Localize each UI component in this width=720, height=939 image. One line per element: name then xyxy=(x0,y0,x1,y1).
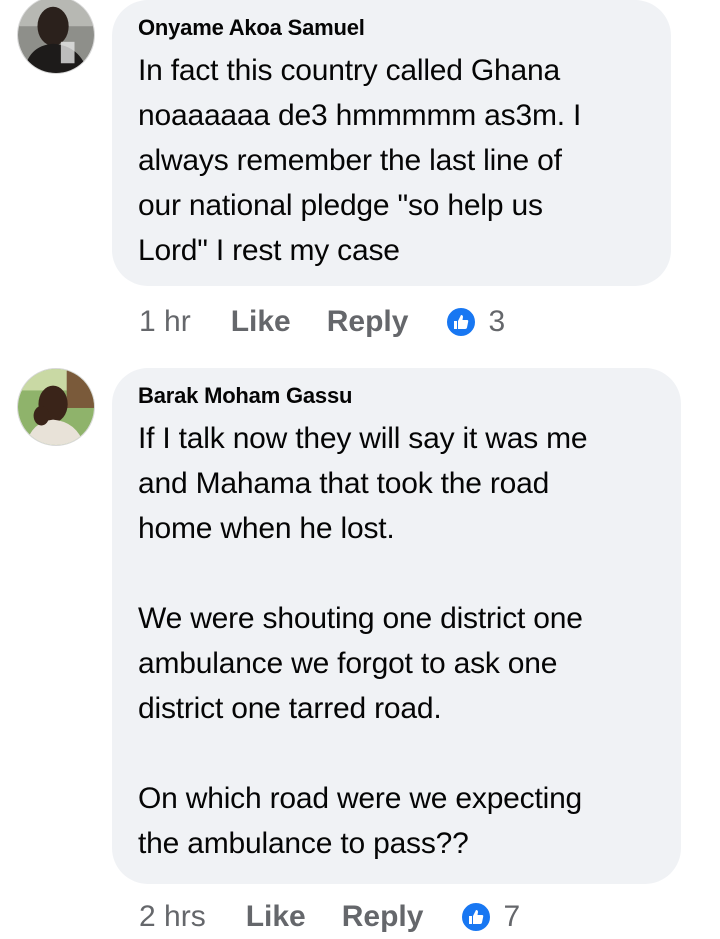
reply-button[interactable]: Reply xyxy=(327,305,409,339)
avatar-photo xyxy=(18,369,94,445)
avatar-photo xyxy=(18,0,94,73)
comment-actions: 2 hrs Like Reply 7 xyxy=(139,895,520,939)
reply-button[interactable]: Reply xyxy=(342,900,424,934)
like-button[interactable]: Like xyxy=(246,900,306,934)
thumbs-up-icon xyxy=(444,305,479,339)
reaction-count: 3 xyxy=(488,305,506,338)
comment-actions: 1 hr Like Reply 3 xyxy=(139,300,505,344)
comment-author[interactable]: Onyame Akoa Samuel xyxy=(138,14,645,42)
avatar[interactable] xyxy=(17,0,95,74)
comment-text: In fact this country called Ghana noaaaa… xyxy=(138,54,582,267)
like-button[interactable]: Like xyxy=(231,305,291,339)
thumbs-up-icon xyxy=(459,900,494,934)
comment-timestamp[interactable]: 2 hrs xyxy=(139,900,206,934)
avatar[interactable] xyxy=(17,368,95,446)
reaction-summary[interactable]: 3 xyxy=(444,305,505,339)
comment-author[interactable]: Barak Moham Gassu xyxy=(138,382,655,410)
comment-bubble: Barak Moham Gassu If I talk now they wil… xyxy=(112,368,681,884)
reaction-summary[interactable]: 7 xyxy=(459,900,520,934)
comment-timestamp[interactable]: 1 hr xyxy=(139,305,191,339)
comment-text: If I talk now they will say it was me an… xyxy=(138,422,588,860)
comment-bubble: Onyame Akoa Samuel In fact this country … xyxy=(112,0,671,286)
reaction-count: 7 xyxy=(503,900,521,933)
